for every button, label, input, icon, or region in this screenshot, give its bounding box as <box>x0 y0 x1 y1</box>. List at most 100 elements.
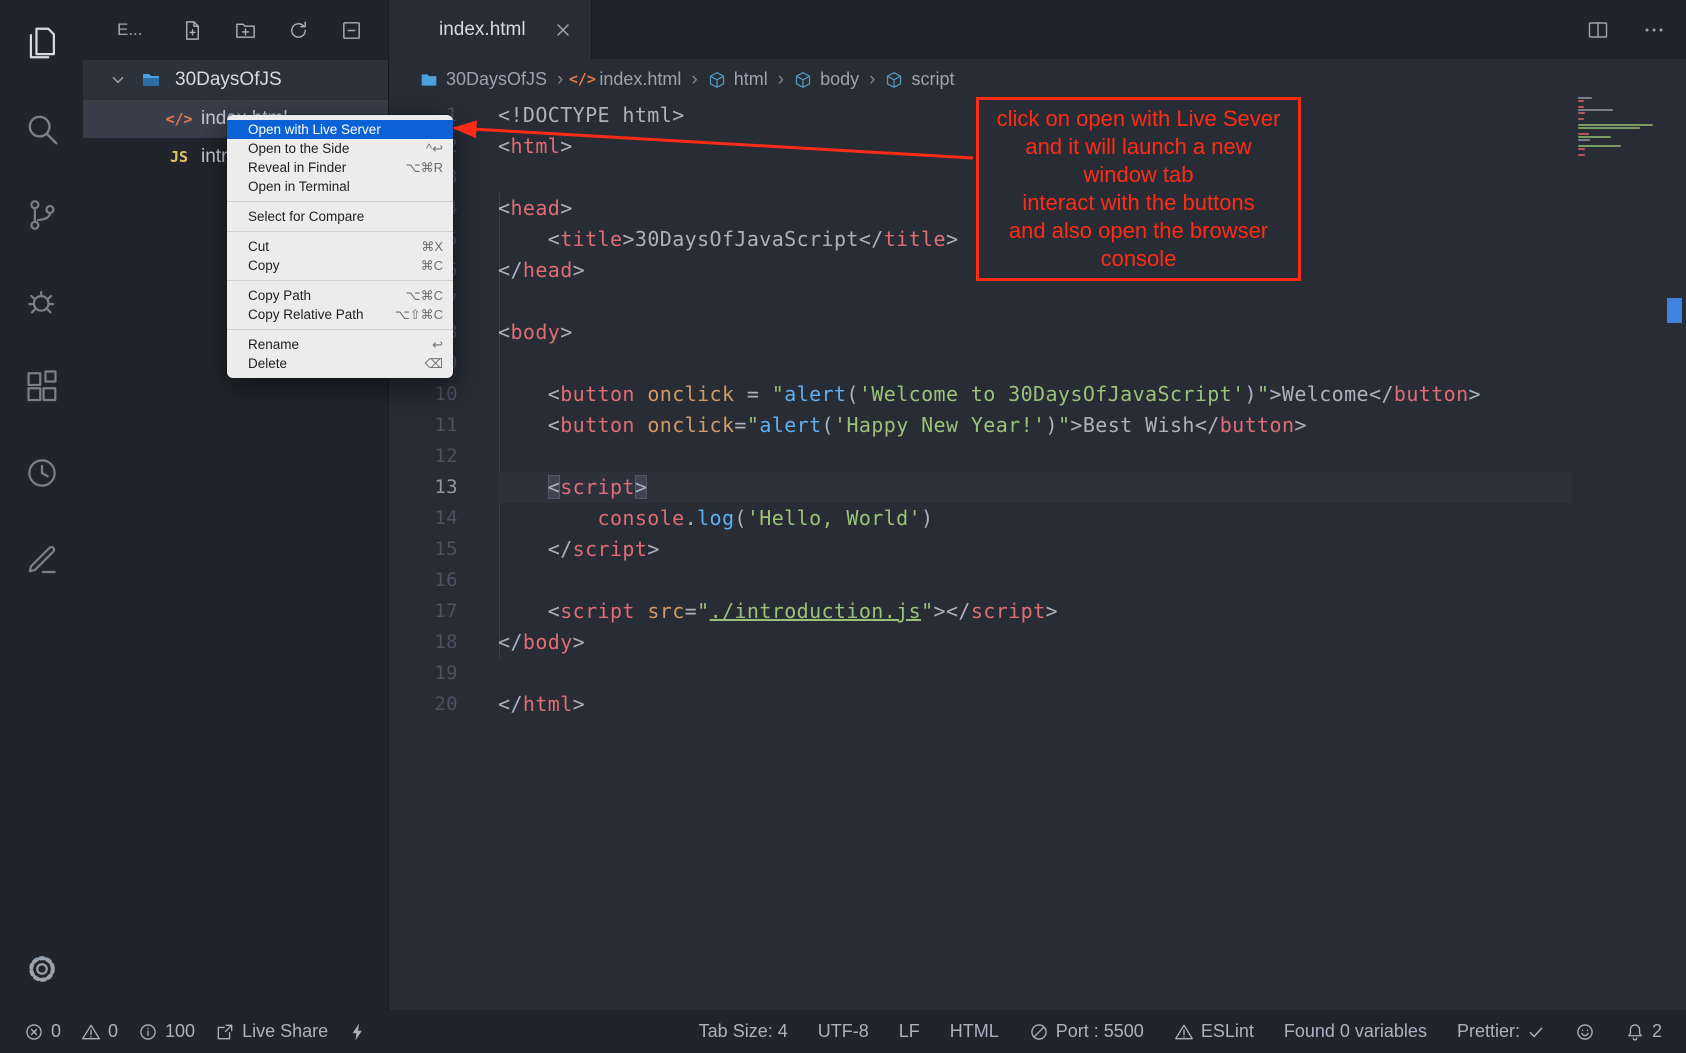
new-file-icon[interactable] <box>181 19 204 42</box>
menu-item-delete[interactable]: Delete⌫ <box>227 354 453 373</box>
tab-index-html[interactable]: index.html <box>388 0 592 59</box>
menu-item-label: Open with Live Server <box>248 122 381 137</box>
explorer-icon <box>23 24 61 62</box>
history-icon <box>23 454 61 492</box>
status-problems-warnings[interactable]: 0 <box>81 1021 118 1042</box>
lightning-icon <box>348 1022 368 1042</box>
code-line-12: 12 <box>388 441 1686 472</box>
activity-search[interactable] <box>0 86 83 172</box>
status-problems-errors[interactable]: 0 <box>24 1021 61 1042</box>
status-feedback-smiley[interactable] <box>1575 1022 1595 1042</box>
breadcrumb-index-html[interactable]: </>index.html <box>573 69 681 90</box>
activity-history[interactable] <box>0 430 83 516</box>
breadcrumb-script[interactable]: script <box>885 69 954 90</box>
menu-item-open-in-terminal[interactable]: Open in Terminal <box>227 177 453 196</box>
menu-item-label: Delete <box>248 356 287 371</box>
html-file-icon: </> <box>573 71 591 89</box>
code-line-20: 20</html> <box>388 689 1686 720</box>
status-live-server-port[interactable]: Port : 5500 <box>1029 1021 1144 1042</box>
activity-feedback[interactable] <box>0 516 83 602</box>
menu-item-open-with-live-server[interactable]: Open with Live Server <box>227 120 453 139</box>
code-line-14: 14 console.log('Hello, World') <box>388 503 1686 534</box>
status-notifications[interactable]: 2 <box>1625 1021 1662 1042</box>
breadcrumb-body[interactable]: body <box>794 69 859 90</box>
menu-item-label: Copy <box>248 258 280 273</box>
status-label: Found 0 variables <box>1284 1021 1427 1042</box>
more-actions-icon[interactable] <box>1642 18 1666 42</box>
cube-icon <box>885 71 903 89</box>
breadcrumb-label: html <box>734 69 768 90</box>
statusbar-right: Tab Size: 4 UTF-8 LF HTML Port : 5500 ESLint F… <box>699 1021 1662 1042</box>
menu-separator <box>227 280 453 281</box>
line-number: 13 <box>388 472 458 503</box>
annotation-box: click on open with Live Severand it will… <box>976 97 1301 281</box>
line-text: <script> <box>498 472 647 503</box>
status-found-variables[interactable]: Found 0 variables <box>1284 1021 1427 1042</box>
menu-item-label: Copy Relative Path <box>248 307 364 322</box>
menu-item-cut[interactable]: Cut⌘X <box>227 237 453 256</box>
minimap[interactable] <box>1578 97 1658 157</box>
status-info-count[interactable]: 100 <box>138 1021 195 1042</box>
menu-item-label: Copy Path <box>248 288 311 303</box>
status-live-share[interactable]: Live Share <box>215 1021 328 1042</box>
status-label: Live Share <box>242 1021 328 1042</box>
menu-item-label: Reveal in Finder <box>248 160 346 175</box>
menu-item-rename[interactable]: Rename↩ <box>227 335 453 354</box>
menu-item-copy-relative-path[interactable]: Copy Relative Path ⌥⇧⌘C <box>227 305 453 324</box>
menu-item-label: Cut <box>248 239 269 254</box>
refresh-icon[interactable] <box>287 19 310 42</box>
line-text: </head> <box>498 255 585 286</box>
annotation-line: click on open with Live Sever <box>983 105 1294 133</box>
menu-item-shortcut: ⌥⇧⌘C <box>395 307 443 323</box>
html-file-icon <box>408 20 428 40</box>
status-label: LF <box>899 1021 920 1042</box>
split-editor-icon[interactable] <box>1586 18 1610 42</box>
code-line-16: 16 <box>388 565 1686 596</box>
line-number: 19 <box>388 658 458 689</box>
menu-item-open-to-the-side[interactable]: Open to the Side^↩ <box>227 139 453 158</box>
close-tab-icon[interactable] <box>553 20 573 40</box>
menu-item-copy-path[interactable]: Copy Path⌥⌘C <box>227 286 453 305</box>
activity-settings[interactable] <box>0 950 83 988</box>
status-label: 0 <box>108 1021 118 1042</box>
status-eslint[interactable]: ESLint <box>1174 1021 1254 1042</box>
line-text: </html> <box>498 689 585 720</box>
line-text: <title>30DaysOfJavaScript</title> <box>498 224 958 255</box>
breadcrumb-30DaysOfJS[interactable]: 30DaysOfJS <box>420 69 547 90</box>
status-prettier[interactable]: Prettier: <box>1457 1021 1545 1042</box>
warning-icon <box>81 1022 101 1042</box>
line-text: <body> <box>498 317 573 348</box>
activity-source-control[interactable] <box>0 172 83 258</box>
folder-row-30daysofjs[interactable]: 30DaysOfJS <box>83 60 388 100</box>
code-line-15: 15 </script> <box>388 534 1686 565</box>
status-eol[interactable]: LF <box>899 1021 920 1042</box>
status-tab-size[interactable]: Tab Size: 4 <box>699 1021 788 1042</box>
search-icon <box>23 110 61 148</box>
status-encoding[interactable]: UTF-8 <box>818 1021 869 1042</box>
breadcrumb-label: 30DaysOfJS <box>446 69 547 90</box>
menu-item-copy[interactable]: Copy⌘C <box>227 256 453 275</box>
status-label: UTF-8 <box>818 1021 869 1042</box>
breadcrumb-html[interactable]: html <box>708 69 768 90</box>
breadcrumb: 30DaysOfJS›</>index.html›html›body›scrip… <box>388 59 1686 100</box>
menu-item-label: Open in Terminal <box>248 179 350 194</box>
line-number: 14 <box>388 503 458 534</box>
new-folder-icon[interactable] <box>234 19 257 42</box>
check-icon <box>1527 1023 1545 1041</box>
collapse-all-icon[interactable] <box>340 19 363 42</box>
menu-item-reveal-in-finder[interactable]: Reveal in Finder⌥⌘R <box>227 158 453 177</box>
tab-label: index.html <box>439 19 526 41</box>
explorer-header: E... <box>83 0 388 60</box>
line-text: </body> <box>498 627 585 658</box>
activity-run-debug[interactable] <box>0 258 83 344</box>
menu-item-select-for-compare[interactable]: Select for Compare <box>227 207 453 226</box>
status-label: 0 <box>51 1021 61 1042</box>
activity-extensions[interactable] <box>0 344 83 430</box>
activity-explorer[interactable] <box>0 0 83 86</box>
js-file-icon: JS <box>169 147 189 167</box>
breadcrumb-separator-icon: › <box>778 69 784 91</box>
status-quick-action[interactable] <box>348 1022 368 1042</box>
menu-item-label: Open to the Side <box>248 141 349 156</box>
status-language-mode[interactable]: HTML <box>950 1021 999 1042</box>
code-line-11: 11 <button onclick="alert('Happy New Yea… <box>388 410 1686 441</box>
